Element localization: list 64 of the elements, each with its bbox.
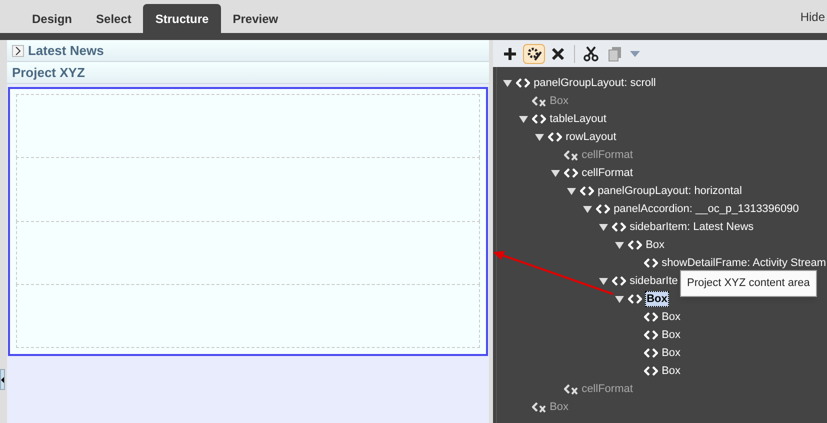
- expanded-triangle-icon[interactable]: [598, 276, 609, 286]
- tree-node-label[interactable]: Box: [660, 308, 682, 326]
- tree-node-label[interactable]: Box: [548, 398, 570, 416]
- layout-cell[interactable]: [16, 94, 480, 158]
- tag-icon: [644, 329, 658, 341]
- tag-icon: [628, 239, 642, 251]
- hide-link[interactable]: Hide: [800, 8, 825, 26]
- tree-node-label[interactable]: Box: [644, 236, 666, 254]
- tag-icon: [644, 311, 658, 323]
- tag-icon: [628, 293, 642, 305]
- expanded-triangle-icon[interactable]: [566, 186, 577, 196]
- tree-node-label[interactable]: cellFormat: [580, 146, 634, 164]
- hidden-tag-icon: [564, 383, 578, 395]
- tag-icon: [516, 77, 530, 89]
- hidden-tag-icon: [564, 149, 578, 161]
- tab[interactable]: Preview: [220, 4, 290, 33]
- tree-node-label[interactable]: Box: [660, 362, 682, 380]
- tree-node-label[interactable]: cellFormat: [580, 380, 634, 398]
- tree-node-label[interactable]: panelGroupLayout: horizontal: [596, 182, 743, 200]
- expanded-triangle-icon[interactable]: [502, 78, 513, 88]
- tag-icon: [644, 365, 658, 377]
- tag-icon: [612, 221, 626, 233]
- tree-node-label[interactable]: Box: [660, 344, 682, 362]
- tooltip: Project XYZ content area: [680, 270, 817, 296]
- expanded-triangle-icon[interactable]: [614, 294, 625, 304]
- tree-node-label[interactable]: sidebarItem: Latest News: [628, 218, 755, 236]
- tag-icon: [532, 113, 546, 125]
- expanded-triangle-icon[interactable]: [518, 114, 529, 124]
- tree-node-label[interactable]: cellFormat: [580, 164, 634, 182]
- tree-node-label[interactable]: Box: [660, 326, 682, 344]
- tag-icon: [548, 131, 562, 143]
- tree-node-label[interactable]: tableLayout: [548, 110, 608, 128]
- expanded-triangle-icon[interactable]: [598, 222, 609, 232]
- expanded-triangle-icon[interactable]: [614, 240, 625, 250]
- hidden-tag-icon: [532, 95, 546, 107]
- tree-node-label[interactable]: Box: [548, 92, 570, 110]
- layout-cell[interactable]: [16, 284, 480, 348]
- tag-icon: [580, 185, 594, 197]
- expanded-triangle-icon[interactable]: [582, 204, 593, 214]
- tree-node-label[interactable]: rowLayout: [564, 128, 618, 146]
- tag-icon: [596, 203, 610, 215]
- accordion-header[interactable]: Latest News: [6, 40, 489, 62]
- expanded-triangle-icon[interactable]: [550, 168, 561, 178]
- tree-node-label[interactable]: Box: [644, 291, 670, 307]
- expand-icon[interactable]: [12, 44, 24, 56]
- accordion-header[interactable]: Project XYZ: [6, 62, 489, 84]
- edit-gear-icon[interactable]: [522, 44, 545, 64]
- tag-icon: [564, 167, 578, 179]
- content-area[interactable]: [8, 87, 488, 356]
- hidden-tag-icon: [532, 401, 546, 413]
- tag-icon: [644, 257, 658, 269]
- tab[interactable]: Structure: [143, 4, 221, 33]
- layout-cell[interactable]: [16, 220, 480, 285]
- layout-cell[interactable]: [16, 157, 480, 222]
- expanded-triangle-icon[interactable]: [534, 132, 545, 142]
- tree-node-label[interactable]: showDetailFrame: Activity Stream: [660, 254, 827, 272]
- tab[interactable]: Design: [20, 4, 84, 33]
- tree-node-label[interactable]: panelAccordion: __oc_p_1313396090: [612, 200, 800, 218]
- tree-node-label[interactable]: sidebarIte: [628, 272, 679, 290]
- tab[interactable]: Select: [84, 4, 144, 33]
- tree-node-label[interactable]: panelGroupLayout: scroll: [532, 74, 657, 92]
- tag-icon: [612, 275, 626, 287]
- collapse-handle-icon[interactable]: [0, 369, 5, 390]
- tag-icon: [644, 347, 658, 359]
